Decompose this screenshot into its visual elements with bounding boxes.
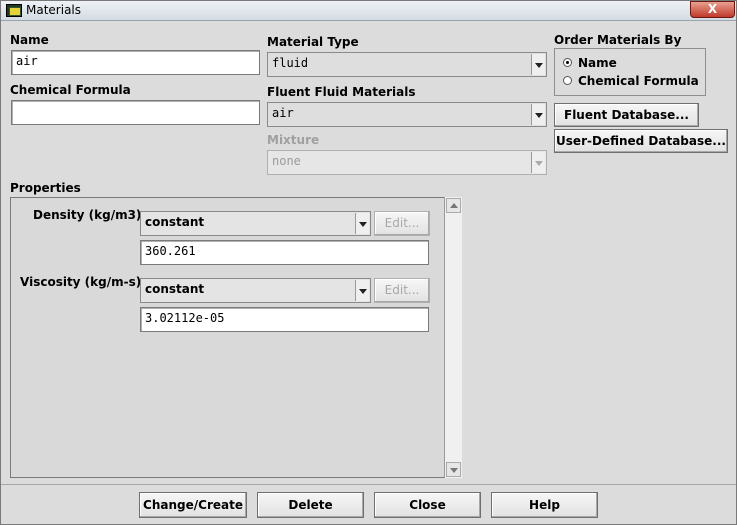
viscosity-method-select[interactable]: constant xyxy=(140,278,371,303)
name-input[interactable]: air xyxy=(11,50,260,75)
order-materials-by-group: Name Chemical Formula xyxy=(554,48,706,96)
chevron-down-icon[interactable] xyxy=(355,213,369,234)
scroll-down-icon[interactable] xyxy=(446,462,461,477)
delete-button[interactable]: Delete xyxy=(257,492,364,518)
properties-label: Properties xyxy=(10,181,81,195)
density-method-value: constant xyxy=(145,215,205,229)
viscosity-edit-button: Edit... xyxy=(374,278,430,303)
viscosity-label: Viscosity (kg/m-s) xyxy=(20,275,142,289)
order-materials-by-label: Order Materials By xyxy=(554,33,682,47)
order-by-chemical-formula-option[interactable]: Chemical Formula xyxy=(563,74,699,88)
chevron-down-icon[interactable] xyxy=(355,280,369,301)
density-label: Density (kg/m3) xyxy=(33,208,142,222)
mixture-label: Mixture xyxy=(267,133,320,147)
properties-scrollbar[interactable] xyxy=(444,197,462,478)
close-button[interactable]: Close xyxy=(374,492,481,518)
chemical-formula-input[interactable] xyxy=(11,100,260,125)
name-label: Name xyxy=(10,33,49,47)
chevron-down-icon xyxy=(531,152,545,173)
material-type-label: Material Type xyxy=(267,35,359,49)
change-create-button[interactable]: Change/Create xyxy=(139,492,247,518)
mixture-value: none xyxy=(272,154,301,168)
radio-icon[interactable] xyxy=(563,58,572,67)
order-by-name-label: Name xyxy=(578,56,617,70)
fluent-app-icon xyxy=(6,4,22,17)
fluent-fluid-materials-label: Fluent Fluid Materials xyxy=(267,85,416,99)
close-window-button[interactable]: X xyxy=(690,1,735,18)
density-method-select[interactable]: constant xyxy=(140,211,371,236)
material-type-value: fluid xyxy=(272,56,309,70)
material-type-select[interactable]: fluid xyxy=(267,52,547,77)
close-icon: X xyxy=(707,2,718,16)
materials-dialog: Materials X Name air Chemical Formula Ma… xyxy=(0,0,737,525)
chemical-formula-label: Chemical Formula xyxy=(10,83,131,97)
scroll-up-icon[interactable] xyxy=(446,198,461,213)
chevron-down-icon[interactable] xyxy=(531,104,545,125)
fluent-database-button[interactable]: Fluent Database... xyxy=(554,103,699,127)
chevron-down-icon[interactable] xyxy=(531,54,545,75)
order-by-name-option[interactable]: Name xyxy=(563,56,617,70)
density-edit-button: Edit... xyxy=(374,211,430,236)
help-button[interactable]: Help xyxy=(491,492,598,518)
mixture-select: none xyxy=(267,150,547,175)
title-bar: Materials X xyxy=(1,1,736,21)
window-title: Materials xyxy=(26,3,82,17)
fluent-fluid-materials-value: air xyxy=(272,106,294,120)
fluent-fluid-materials-select[interactable]: air xyxy=(267,102,547,127)
user-defined-database-button[interactable]: User-Defined Database... xyxy=(554,129,728,153)
footer-divider xyxy=(1,484,736,485)
radio-icon[interactable] xyxy=(563,76,572,85)
viscosity-value-input[interactable]: 3.02112e-05 xyxy=(140,307,429,332)
order-by-chemical-formula-label: Chemical Formula xyxy=(578,74,699,88)
viscosity-method-value: constant xyxy=(145,282,205,296)
density-value-input[interactable]: 360.261 xyxy=(140,240,429,265)
